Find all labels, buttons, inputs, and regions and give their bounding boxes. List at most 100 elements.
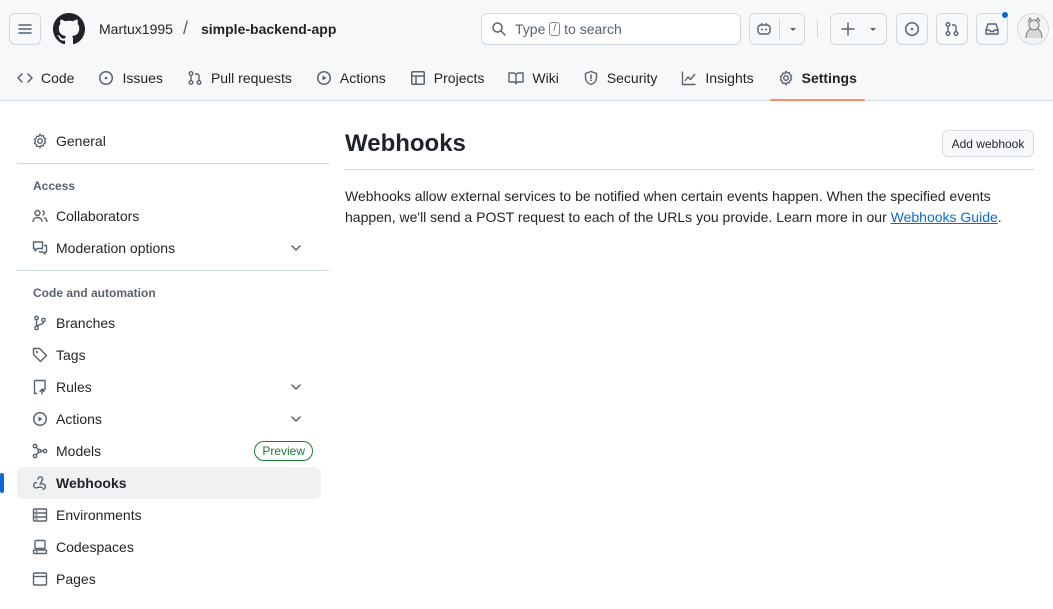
chevron-down-icon: [288, 240, 312, 256]
repo-owner-link[interactable]: Martux1995: [99, 21, 173, 37]
sidebar-item-webhooks[interactable]: Webhooks: [0, 467, 321, 499]
create-new-button[interactable]: [830, 13, 887, 45]
issue-icon: [904, 21, 920, 37]
sidebar-divider: [17, 163, 329, 164]
server-icon: [32, 507, 56, 523]
notification-indicator: [1001, 11, 1009, 19]
plus-icon: [840, 21, 856, 37]
breadcrumb-separator: /: [183, 18, 189, 38]
sidebar-item-tags[interactable]: Tags: [17, 339, 321, 371]
repo-nav: Code Issues Pull requests Actions Projec…: [9, 62, 873, 101]
sidebar-item-branches[interactable]: Branches: [17, 307, 321, 339]
sidebar-item-rules[interactable]: Rules: [17, 371, 321, 403]
copilot-button[interactable]: [749, 13, 805, 45]
tab-label: Wiki: [532, 70, 559, 86]
tab-code[interactable]: Code: [9, 62, 82, 94]
chevron-down-icon: [288, 411, 312, 427]
webhooks-guide-link[interactable]: Webhooks Guide: [891, 209, 998, 225]
tab-security[interactable]: Security: [575, 62, 666, 94]
repo-name-link[interactable]: simple-backend-app: [201, 21, 336, 37]
user-avatar[interactable]: [1017, 13, 1049, 45]
pull-request-icon: [944, 21, 960, 37]
sidebar-item-label: Models: [56, 443, 102, 459]
sidebar-item-label: Rules: [56, 379, 92, 395]
gear-icon: [778, 70, 802, 86]
title-divider: [345, 169, 1034, 170]
comment-discussion-icon: [32, 240, 56, 256]
search-placeholder-prefix: Type: [515, 21, 546, 37]
issue-icon: [98, 70, 122, 86]
tab-pull-requests[interactable]: Pull requests: [179, 62, 300, 94]
code-icon: [17, 70, 41, 86]
tab-label: Actions: [339, 70, 386, 86]
menu-button[interactable]: [9, 13, 41, 45]
tab-actions[interactable]: Actions: [308, 62, 394, 94]
pull-request-icon: [187, 70, 211, 86]
book-icon: [508, 70, 532, 86]
sidebar-item-label: Webhooks: [56, 475, 127, 491]
preview-badge: Preview: [254, 441, 313, 461]
tab-projects[interactable]: Projects: [402, 62, 493, 94]
settings-sidebar: General Access Collaborators Moderation …: [0, 125, 329, 595]
sidebar-item-moderation[interactable]: Moderation options: [17, 232, 321, 264]
sidebar-item-label: Moderation options: [56, 240, 176, 256]
sidebar-item-general[interactable]: General: [17, 125, 321, 157]
browser-icon: [32, 571, 56, 587]
tab-label: Pull requests: [210, 70, 292, 86]
sidebar-item-models[interactable]: Models Preview: [17, 435, 321, 467]
sidebar-item-collaborators[interactable]: Collaborators: [17, 200, 321, 232]
tab-label: Issues: [122, 70, 163, 86]
git-branch-icon: [32, 315, 56, 331]
play-icon: [32, 411, 56, 427]
people-icon: [32, 208, 56, 224]
chevron-down-icon: [868, 24, 878, 34]
ai-model-icon: [32, 443, 56, 459]
tab-label: Settings: [801, 70, 857, 86]
hamburger-icon: [17, 21, 33, 37]
header-divider: [817, 20, 818, 38]
sidebar-item-label: Actions: [56, 411, 102, 427]
tab-insights[interactable]: Insights: [673, 62, 761, 94]
search-placeholder-suffix: to search: [564, 21, 622, 37]
sidebar-item-actions[interactable]: Actions: [17, 403, 321, 435]
sidebar-item-environments[interactable]: Environments: [17, 499, 321, 531]
sidebar-item-codespaces[interactable]: Codespaces: [17, 531, 321, 563]
tab-settings[interactable]: Settings: [769, 62, 866, 101]
webhook-icon: [32, 475, 56, 491]
tag-icon: [32, 347, 56, 363]
issues-button[interactable]: [896, 13, 928, 45]
repo-push-icon: [32, 379, 56, 395]
github-logo-icon[interactable]: [53, 13, 85, 45]
gear-icon: [32, 133, 56, 149]
graph-icon: [681, 70, 705, 86]
description-period: .: [997, 209, 1002, 225]
search-input[interactable]: Type / to search: [481, 13, 741, 45]
chevron-down-icon: [788, 24, 798, 34]
inbox-icon: [984, 21, 1000, 37]
tab-label: Projects: [433, 70, 485, 86]
sidebar-item-label: Collaborators: [56, 208, 140, 224]
chevron-down-icon: [288, 379, 312, 395]
tab-wiki[interactable]: Wiki: [500, 62, 566, 94]
add-webhook-button[interactable]: Add webhook: [942, 130, 1034, 157]
sidebar-heading-access: Access: [33, 179, 76, 193]
sidebar-item-label: Branches: [56, 315, 116, 331]
copilot-icon: [756, 21, 772, 37]
page-title: Webhooks: [345, 130, 466, 157]
codespaces-icon: [32, 539, 56, 555]
table-icon: [410, 70, 434, 86]
sidebar-item-label: General: [56, 133, 106, 149]
play-icon: [316, 70, 340, 86]
tab-label: Insights: [705, 70, 754, 86]
search-icon: [491, 21, 507, 37]
sidebar-divider: [17, 270, 329, 271]
sidebar-item-label: Tags: [56, 347, 86, 363]
sidebar-item-label: Pages: [56, 571, 96, 587]
search-shortcut-key: /: [549, 22, 561, 36]
pull-requests-button[interactable]: [936, 13, 968, 45]
tab-issues[interactable]: Issues: [90, 62, 170, 94]
shield-icon: [583, 70, 607, 86]
sidebar-item-pages[interactable]: Pages: [17, 563, 321, 595]
webhooks-description: Webhooks allow external services to be n…: [345, 186, 1035, 228]
app-header: Martux1995 / simple-backend-app Type / t…: [0, 0, 1053, 101]
